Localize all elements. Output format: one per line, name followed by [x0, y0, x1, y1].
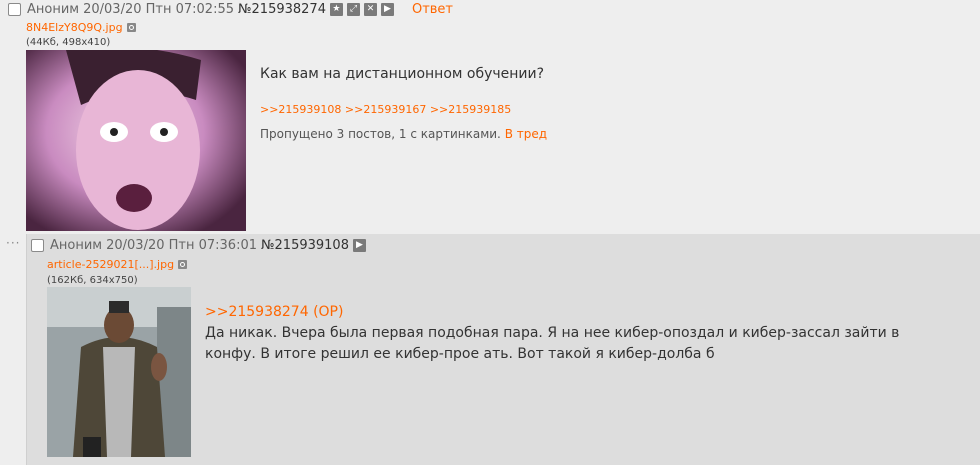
play-icon[interactable]: ▶	[380, 2, 394, 16]
omitted-posts: Пропущено 3 постов, 1 с картинками. В тр…	[260, 127, 547, 141]
to-thread-link[interactable]: В тред	[505, 127, 547, 141]
op-author: Аноним	[27, 1, 80, 17]
op-select-checkbox[interactable]	[8, 2, 21, 16]
reply-header: Аноним 20/03/20 Птн 07:36:01 №215939108 …	[31, 236, 366, 254]
op-file-link[interactable]: 8N4ElzY8Q9Q.jpg	[26, 21, 136, 34]
search-image-icon[interactable]	[126, 23, 136, 32]
op-text: Как вам на дистанционном обучении?	[260, 66, 545, 82]
star-icon[interactable]: ★	[329, 2, 343, 16]
reply-file-link[interactable]: article-2529021[...].jpg	[47, 258, 188, 271]
reply-link[interactable]: Ответ	[412, 2, 453, 17]
reply-date: 20/03/20 Птн 07:36:01	[106, 237, 257, 253]
reply-ref-link[interactable]: >>215939108	[260, 103, 341, 116]
op-header: Аноним 20/03/20 Птн 07:02:55 №215938274 …	[8, 0, 453, 18]
op-file-meta: (44Кб, 498x410)	[26, 37, 111, 48]
reply-file-meta: (162Кб, 634x750)	[47, 275, 138, 286]
omitted-text: Пропущено 3 постов, 1 с картинками.	[260, 127, 501, 141]
reply-text: Да никак. Вчера была первая подобная пар…	[205, 325, 900, 362]
op-post-number[interactable]: №215938274	[238, 2, 326, 17]
search-image-icon[interactable]	[178, 260, 188, 269]
op-post: Аноним 20/03/20 Птн 07:02:55 №215938274 …	[0, 0, 980, 234]
reply-thumbnail[interactable]	[47, 287, 191, 457]
hide-icon[interactable]: ✕	[363, 2, 377, 16]
op-reply-refs: >>215939108 >>215939167 >>215939185	[260, 103, 511, 116]
op-file-name[interactable]: 8N4ElzY8Q9Q.jpg	[26, 21, 123, 34]
reply-post-number[interactable]: №215939108	[261, 238, 349, 253]
reply-file-name[interactable]: article-2529021[...].jpg	[47, 258, 174, 271]
reply-post: Аноним 20/03/20 Птн 07:36:01 №215939108 …	[26, 234, 980, 465]
expand-icon[interactable]: ⤢	[346, 2, 360, 16]
op-image[interactable]	[26, 50, 246, 231]
reply-author: Аноним	[50, 237, 103, 253]
op-quote-link[interactable]: >>215938274 (OP)	[205, 304, 343, 320]
op-date: 20/03/20 Птн 07:02:55	[83, 1, 234, 17]
reply-dots: ···	[6, 236, 21, 250]
reply-ref-link[interactable]: >>215939185	[430, 103, 511, 116]
op-thumbnail[interactable]	[26, 50, 246, 231]
reply-select-checkbox[interactable]	[31, 238, 44, 252]
play-icon[interactable]: ▶	[352, 238, 366, 252]
reply-ref-link[interactable]: >>215939167	[345, 103, 426, 116]
reply-image[interactable]	[47, 287, 191, 457]
